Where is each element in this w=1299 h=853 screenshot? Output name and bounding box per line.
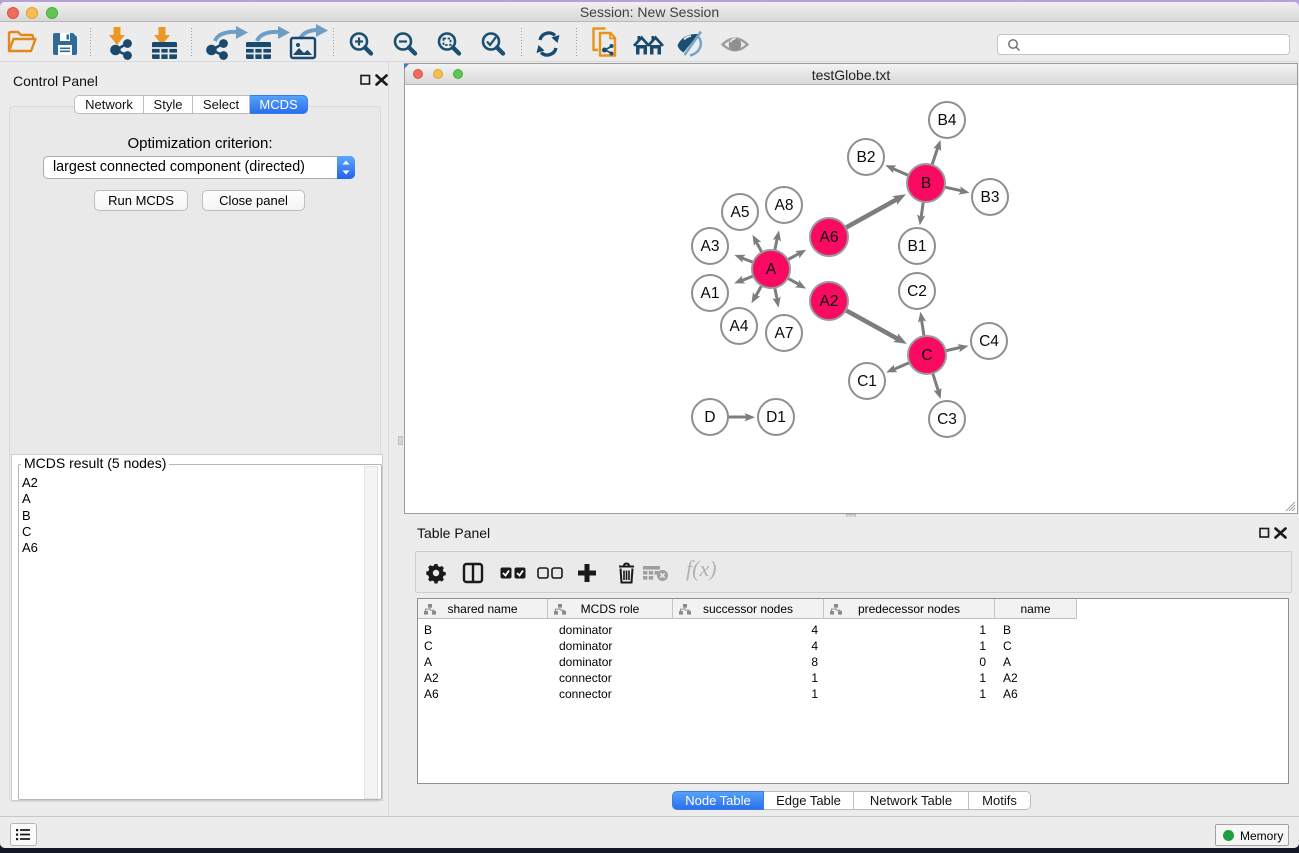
svg-text:A: A	[766, 261, 777, 278]
svg-text:B2: B2	[857, 149, 876, 166]
svg-text:D1: D1	[766, 409, 786, 426]
svg-text:B3: B3	[981, 189, 1000, 206]
svg-text:A6: A6	[820, 229, 839, 246]
svg-text:B4: B4	[938, 112, 957, 129]
svg-text:A3: A3	[701, 238, 720, 255]
svg-text:D: D	[704, 409, 715, 426]
svg-text:A4: A4	[730, 318, 749, 335]
svg-text:C: C	[921, 347, 932, 364]
svg-text:C3: C3	[937, 411, 957, 428]
svg-text:B: B	[921, 175, 931, 192]
svg-text:B1: B1	[908, 238, 927, 255]
svg-text:A5: A5	[731, 204, 750, 221]
svg-text:A2: A2	[820, 293, 839, 310]
svg-text:C4: C4	[979, 333, 999, 350]
svg-text:C2: C2	[907, 283, 927, 300]
svg-text:A1: A1	[701, 285, 720, 302]
svg-text:A7: A7	[775, 325, 794, 342]
svg-text:A8: A8	[775, 197, 794, 214]
svg-text:C1: C1	[857, 373, 877, 390]
